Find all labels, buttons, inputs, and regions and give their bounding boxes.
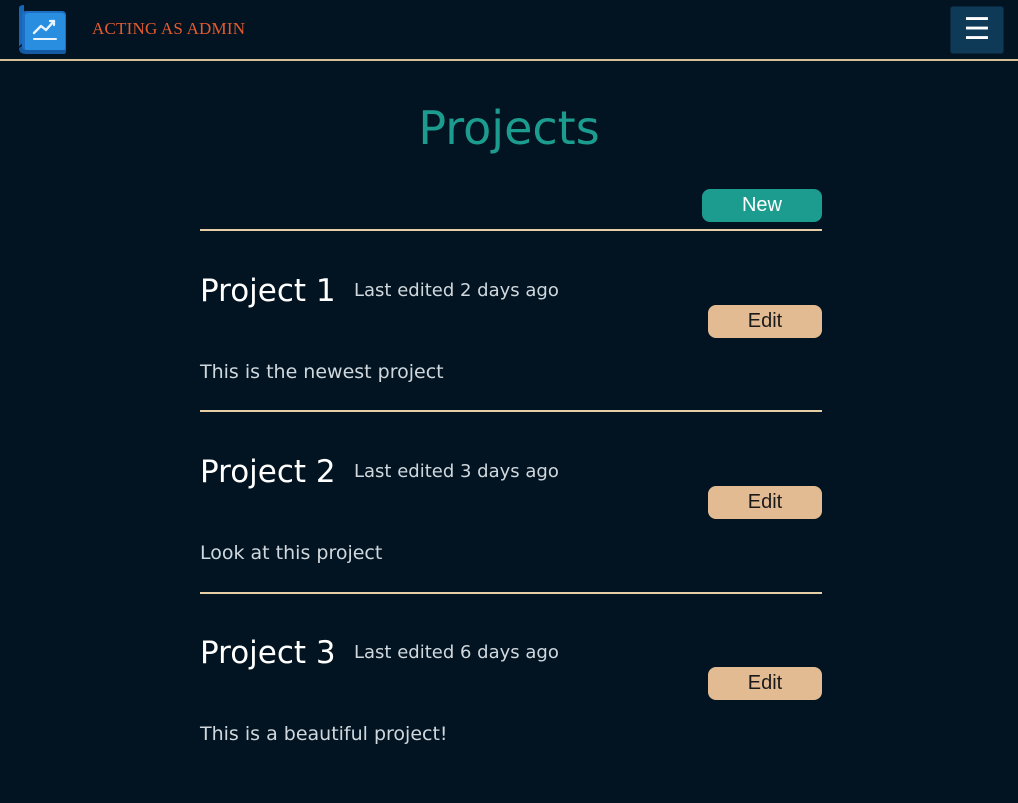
menu-button[interactable]: ☰ [950,6,1004,54]
new-project-button[interactable]: New [702,189,822,222]
divider [200,592,822,594]
top-bar: ACTING AS ADMIN ☰ [0,0,1018,61]
project-card: Project 2 Last edited 3 days ago Edit Lo… [200,452,822,622]
project-description: This is the newest project [200,361,444,383]
edit-project-button[interactable]: Edit [708,305,822,338]
edit-project-button[interactable]: Edit [708,486,822,519]
acting-as-admin-label: ACTING AS ADMIN [92,19,246,38]
divider [200,229,822,231]
project-name[interactable]: Project 3 [200,633,336,673]
page-title: Projects [418,101,600,155]
divider [200,410,822,412]
project-last-edited: Last edited 3 days ago [354,461,559,482]
project-last-edited: Last edited 6 days ago [354,642,559,663]
chart-scroll-logo-icon[interactable] [16,4,68,56]
project-card: Project 1 Last edited 2 days ago Edit Th… [200,271,822,441]
project-description: This is a beautiful project! [200,723,448,745]
project-card: Project 3 Last edited 6 days ago Edit Th… [200,633,822,803]
project-description: Look at this project [200,542,383,564]
project-last-edited: Last edited 2 days ago [354,280,559,301]
hamburger-menu-icon: ☰ [963,12,991,47]
project-name[interactable]: Project 1 [200,271,336,311]
edit-project-button[interactable]: Edit [708,667,822,700]
project-name[interactable]: Project 2 [200,452,336,492]
